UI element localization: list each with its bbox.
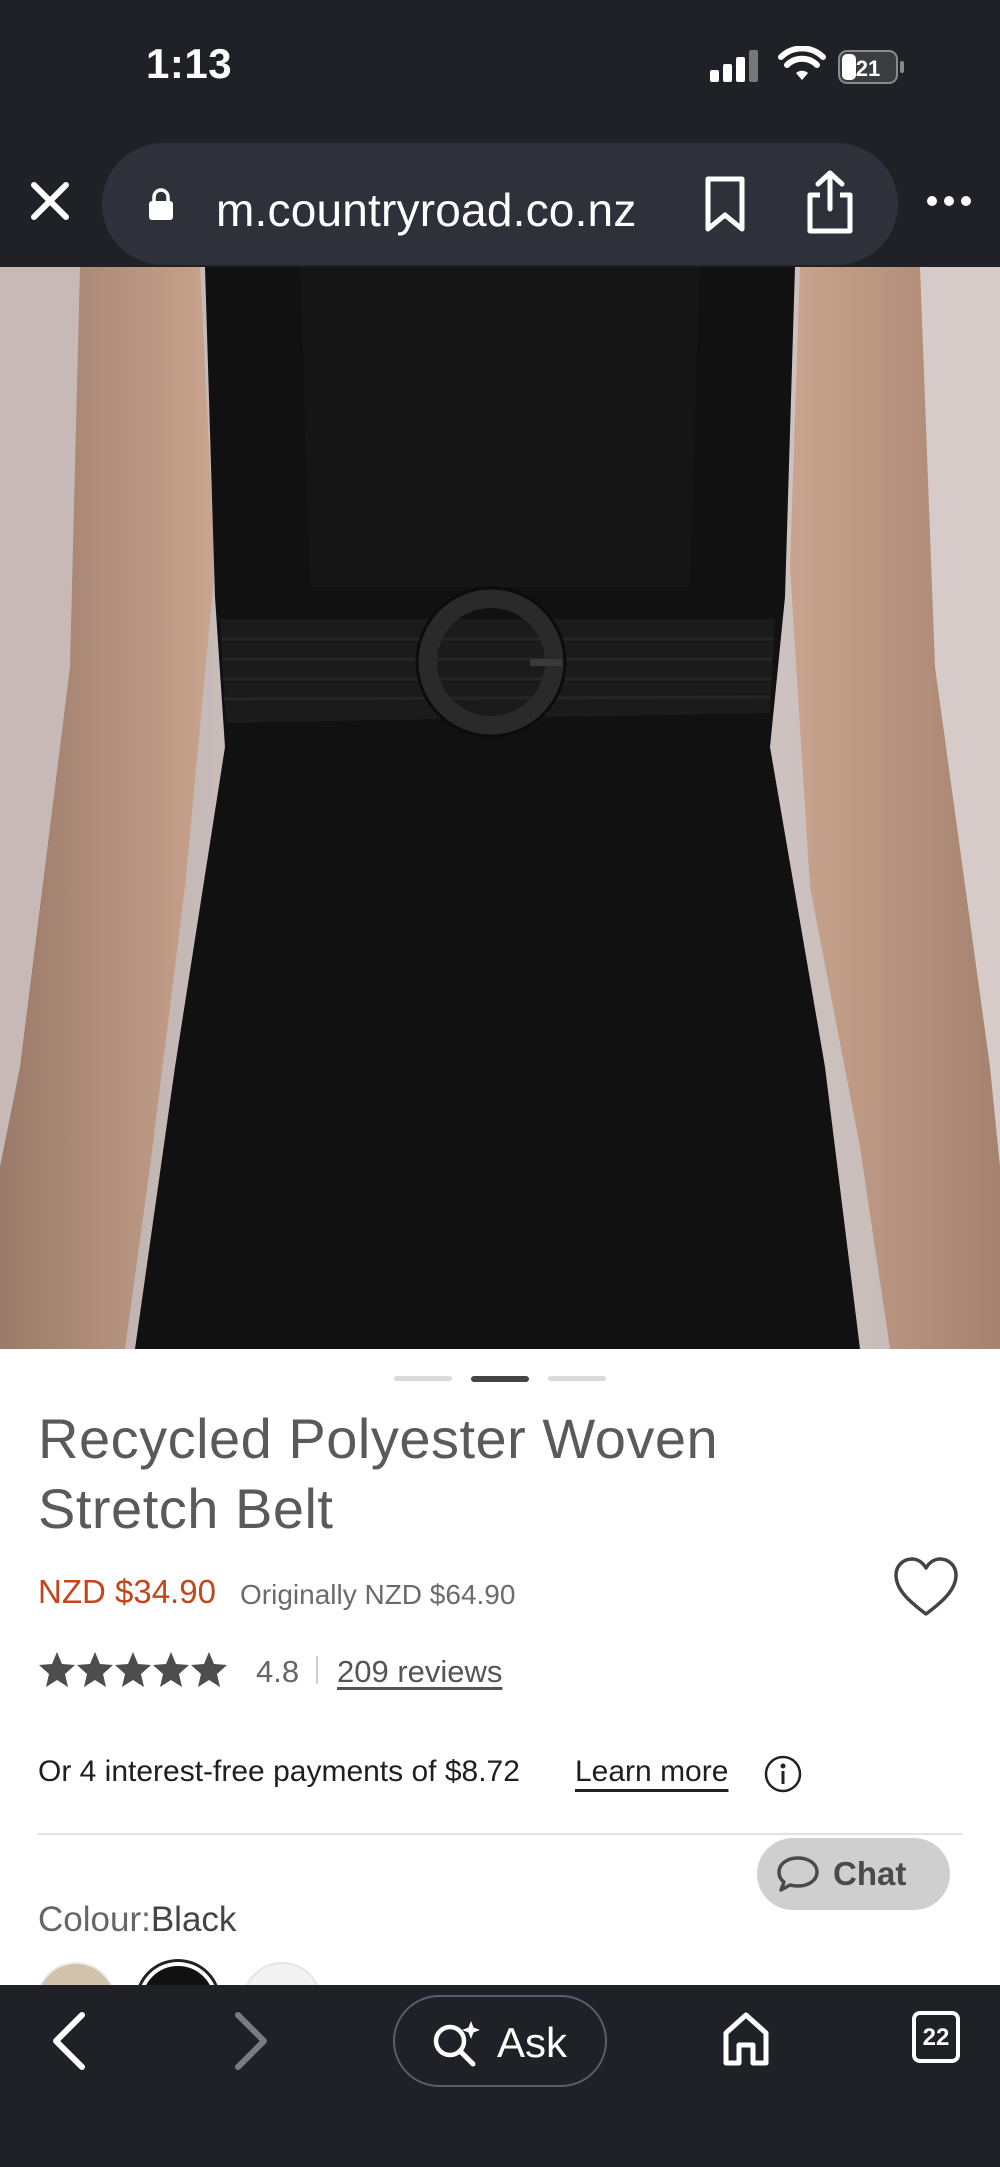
product-title-line2: Stretch Belt [38, 1477, 334, 1540]
url-text: m.countryroad.co.nz [216, 184, 637, 236]
colour-value: Black [150, 1900, 237, 1939]
forward-arrow-icon[interactable] [228, 2007, 276, 2075]
battery-icon: 21 [838, 50, 904, 84]
product-image[interactable] [0, 267, 1000, 1349]
back-arrow-icon[interactable] [44, 2007, 92, 2075]
image-carousel-indicator [394, 1376, 606, 1382]
carousel-dot-active[interactable] [471, 1376, 529, 1382]
sale-price: NZD $34.90 [38, 1573, 216, 1610]
browser-toolbar: Ask 22 [0, 1985, 1000, 2167]
rating-divider [316, 1656, 318, 1684]
product-photo [0, 267, 1000, 1349]
original-price: Originally NZD $64.90 [240, 1579, 516, 1610]
reviews-link[interactable]: 209 reviews [337, 1654, 502, 1690]
address-field[interactable]: m.countryroad.co.nz [102, 143, 898, 265]
divider [38, 1833, 962, 1835]
close-icon[interactable] [24, 175, 76, 227]
status-bar: 1:13 21 [0, 0, 1000, 135]
ask-label: Ask [497, 2019, 568, 2066]
installment-text: Or 4 interest-free payments of $8.72 [38, 1755, 520, 1788]
wifi-icon [778, 46, 826, 80]
rating-value: 4.8 [256, 1654, 300, 1689]
info-icon[interactable] [763, 1754, 803, 1794]
search-sparkle-icon [433, 2021, 480, 2067]
status-time: 1:13 [146, 40, 233, 87]
home-icon[interactable] [720, 2007, 772, 2069]
chat-button[interactable]: Chat [757, 1838, 950, 1910]
ask-button[interactable]: Ask [393, 1995, 607, 2087]
star-rating-icon [39, 1652, 227, 1687]
carousel-dot[interactable] [394, 1376, 452, 1381]
bookmark-icon[interactable] [700, 175, 750, 233]
cellular-signal-icon [710, 50, 760, 82]
carousel-dot[interactable] [548, 1376, 606, 1381]
browser-url-bar: m.countryroad.co.nz [0, 135, 1000, 267]
chat-bubble-icon [777, 1856, 819, 1892]
tab-count: 22 [922, 2024, 950, 2051]
product-title-line1: Recycled Polyester Woven [38, 1407, 719, 1470]
more-options-icon[interactable] [924, 186, 974, 216]
lock-icon [149, 188, 173, 220]
learn-more-link[interactable]: Learn more [575, 1755, 728, 1789]
product-title: Recycled Polyester Woven Stretch Belt [38, 1404, 798, 1544]
chat-label: Chat [833, 1855, 907, 1892]
heart-icon[interactable] [892, 1556, 960, 1618]
colour-label: Colour: [38, 1900, 151, 1939]
share-icon[interactable] [802, 169, 858, 235]
tabs-button[interactable]: 22 [912, 2011, 960, 2063]
battery-level: 21 [856, 56, 880, 81]
colour-selector-label: Colour:Black [38, 1900, 236, 1940]
